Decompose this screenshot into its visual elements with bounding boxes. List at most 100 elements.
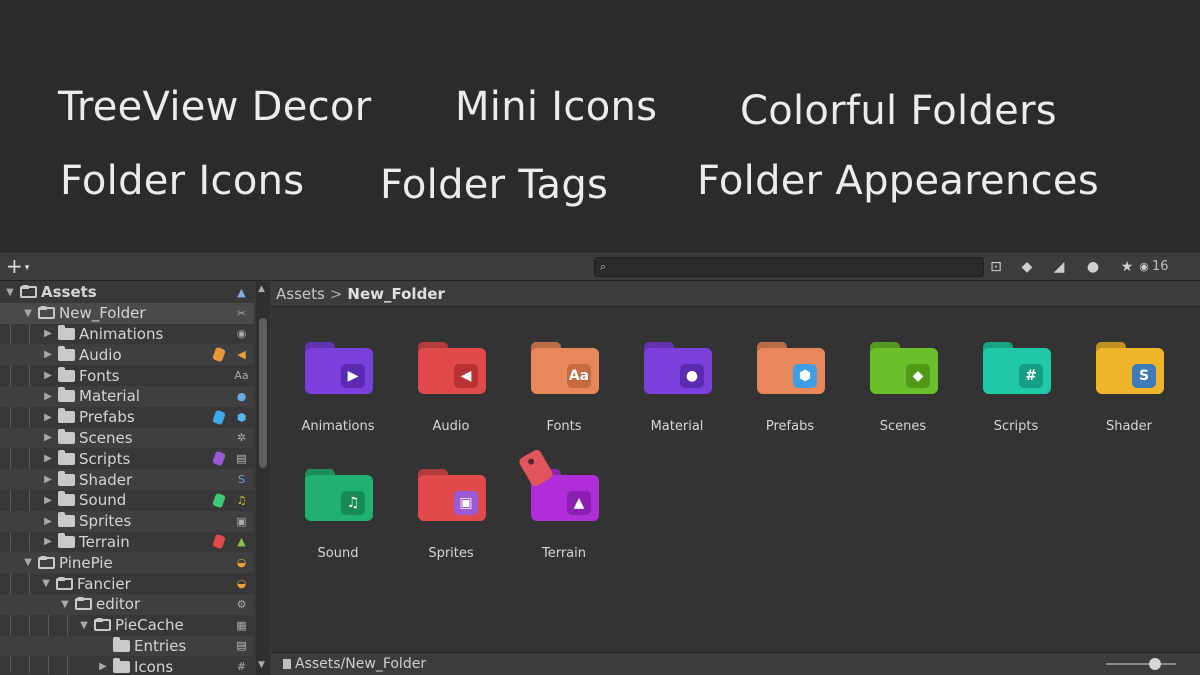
folder-label: Sound — [317, 546, 359, 561]
folder-badge-icon: ⬢ — [793, 364, 817, 388]
cube-icon: ⬢ — [236, 410, 247, 424]
folder-item[interactable]: Aa Fonts — [509, 342, 619, 442]
tree-item-animations[interactable]: ▶ Animations ◉ — [0, 324, 254, 345]
breadcrumb-current[interactable]: New_Folder — [347, 285, 444, 303]
folder-icon — [58, 408, 75, 424]
warning-icon[interactable]: ● — [1082, 257, 1104, 277]
tag-icon[interactable]: ◢ — [1048, 257, 1070, 277]
breadcrumb-root[interactable]: Assets — [276, 285, 325, 303]
folder-icon: ▣ — [418, 469, 486, 521]
tree-item-icons[interactable]: ▶ Icons # — [0, 656, 254, 675]
script-icon: ▤ — [236, 452, 247, 466]
chevron-right-icon: > — [329, 285, 343, 303]
folder-icon — [58, 387, 75, 403]
folder-label: Animations — [301, 419, 375, 434]
expand-arrow-icon[interactable]: ▼ — [4, 287, 16, 298]
folder-item[interactable]: S Shader — [1074, 342, 1184, 442]
tree-item-fonts[interactable]: ▶ Fonts Aa — [0, 365, 254, 386]
scroll-down-icon[interactable]: ▼ — [258, 660, 265, 670]
folder-icon: ♫ — [305, 469, 373, 521]
folder-label: Material — [650, 419, 704, 434]
folder-item[interactable]: ▶ Animations — [283, 342, 393, 442]
folder-icon — [58, 366, 75, 382]
folder-icon: ▶ — [305, 342, 373, 394]
tree-item-material[interactable]: ▶ Material ● — [0, 386, 254, 407]
search-by-type-icon[interactable]: ⊡ — [985, 257, 1007, 277]
tag-icon — [212, 534, 226, 550]
tree-scrollbar[interactable]: ▲ ▼ — [256, 282, 270, 675]
folder-badge-icon: ▶ — [341, 364, 365, 388]
pie-icon: ◒ — [236, 556, 247, 570]
folder-label: Fonts — [546, 419, 582, 434]
expand-arrow-icon[interactable]: ▶ — [97, 661, 109, 672]
tree-item-shader[interactable]: ▶ Shader S — [0, 469, 254, 490]
tree-item-scripts[interactable]: ▶ Scripts ▤ — [0, 448, 254, 469]
status-bar: Assets/New_Folder — [271, 652, 1200, 675]
folder-item[interactable]: ◀ Audio — [396, 342, 506, 442]
tree-item-entries[interactable]: Entries ▤ — [0, 635, 254, 657]
feature-title: TreeView Decor — [58, 84, 372, 130]
expand-arrow-icon[interactable]: ▶ — [42, 391, 54, 402]
expand-arrow-icon[interactable]: ▶ — [42, 412, 54, 423]
tree-item-scenes[interactable]: ▶ Scenes ✲ — [0, 427, 254, 449]
selected-path: Assets/New_Folder — [295, 656, 427, 672]
tree-item-editor[interactable]: ▼ editor ⚙ — [0, 594, 254, 615]
expand-arrow-icon[interactable]: ▼ — [59, 599, 71, 610]
expand-arrow-icon[interactable]: ▶ — [42, 516, 54, 527]
folder-icon: Aa — [531, 342, 599, 394]
folder-label: Audio — [432, 419, 470, 434]
tree-item-prefabs[interactable]: ▶ Prefabs ⬢ — [0, 407, 254, 428]
folder-item[interactable]: ▲ Terrain — [509, 469, 619, 569]
expand-arrow-icon[interactable]: ▶ — [42, 432, 54, 443]
folder-icon — [58, 449, 75, 465]
expand-arrow-icon[interactable]: ▼ — [40, 578, 52, 589]
folder-badge-icon: ▲ — [567, 491, 591, 515]
folder-icon — [113, 636, 130, 652]
expand-arrow-icon[interactable]: ▶ — [42, 370, 54, 381]
expand-arrow-icon[interactable]: ▼ — [22, 308, 34, 319]
folder-icon — [58, 428, 75, 444]
tree-item-terrain[interactable]: ▶ Terrain ▲ — [0, 532, 254, 553]
icon-size-slider[interactable] — [1106, 658, 1176, 670]
expand-arrow-icon[interactable]: ▶ — [42, 536, 54, 547]
folder-open-icon — [94, 618, 111, 632]
tree-item-new-folder[interactable]: ▼ New_Folder ✂ — [0, 302, 254, 324]
folder-item[interactable]: # Scripts — [961, 342, 1071, 442]
folder-item[interactable]: ▣ Sprites — [396, 469, 506, 569]
tree-item-fancier[interactable]: ▼ Fancier ◒ — [0, 573, 254, 594]
expand-arrow-icon[interactable]: ▶ — [42, 328, 54, 339]
folder-item[interactable]: ● Material — [622, 342, 732, 442]
folder-open-icon — [56, 576, 73, 590]
tree-item-sound[interactable]: ▶ Sound ♫ — [0, 490, 254, 511]
filter-by-label-icon[interactable]: ◆ — [1016, 257, 1038, 277]
search-input[interactable]: ⌕ — [594, 257, 984, 277]
folder-label: Sprites — [428, 546, 474, 561]
folder-item[interactable]: ⬢ Prefabs — [735, 342, 845, 442]
folder-icon: ● — [644, 342, 712, 394]
document-icon: ▤ — [236, 639, 247, 653]
tree-item-pinepie[interactable]: ▼ PinePie ◒ — [0, 552, 254, 574]
play-icon: ◉ — [236, 327, 247, 341]
tree-item-sprites[interactable]: ▶ Sprites ▣ — [0, 510, 254, 532]
expand-arrow-icon[interactable]: ▶ — [42, 495, 54, 506]
expand-arrow-icon[interactable]: ▼ — [22, 557, 34, 568]
expand-arrow-icon[interactable]: ▼ — [78, 620, 90, 631]
create-button[interactable]: + ▾ — [6, 256, 29, 278]
speaker-icon: ◀ — [237, 348, 246, 362]
slider-knob[interactable] — [1149, 658, 1161, 670]
breadcrumb: Assets > New_Folder — [271, 282, 1200, 307]
tree-item-audio[interactable]: ▶ Audio ◀ — [0, 344, 254, 366]
expand-arrow-icon[interactable]: ▶ — [42, 453, 54, 464]
scroll-up-icon[interactable]: ▲ — [258, 284, 265, 294]
expand-arrow-icon[interactable]: ▶ — [42, 474, 54, 485]
folder-icon — [58, 324, 75, 340]
folder-item[interactable]: ♫ Sound — [283, 469, 393, 569]
tree-item-piecache[interactable]: ▼ PieCache ▦ — [0, 615, 254, 636]
expand-arrow-icon[interactable]: ▶ — [42, 349, 54, 360]
feature-title: Folder Icons — [60, 158, 305, 204]
tag-icon — [212, 492, 226, 509]
tree-item-assets[interactable]: ▼ Assets ▲ — [0, 282, 254, 303]
folder-item[interactable]: ◆ Scenes — [848, 342, 958, 442]
scrollbar-thumb[interactable] — [259, 318, 267, 468]
feature-title: Folder Appearences — [697, 158, 1099, 204]
